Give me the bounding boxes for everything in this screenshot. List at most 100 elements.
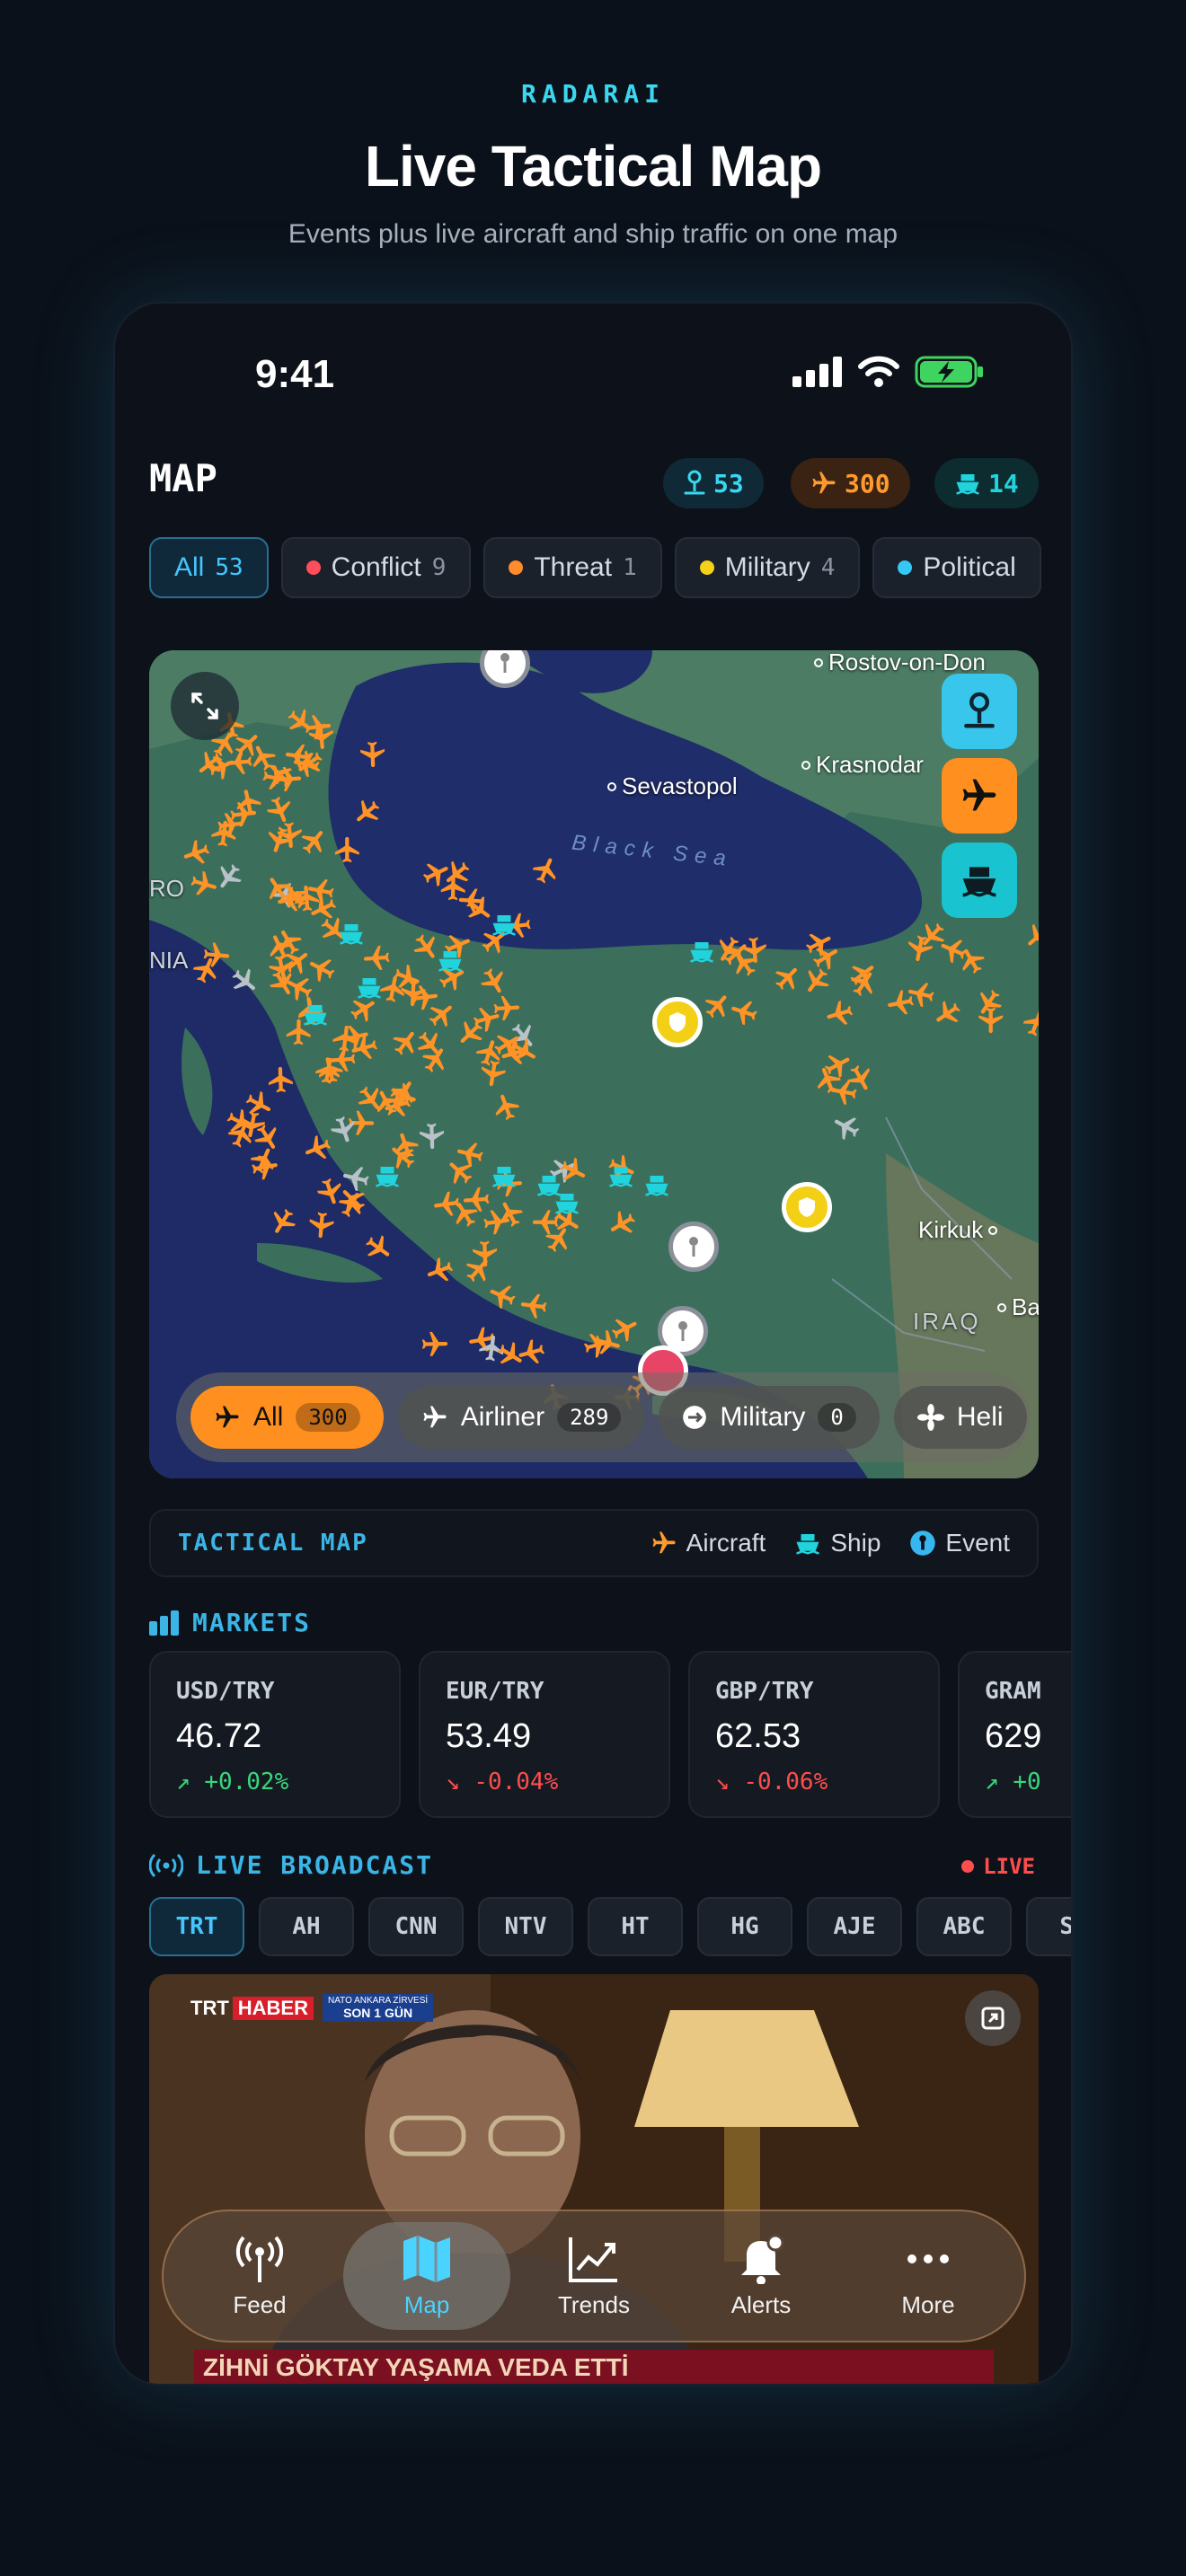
aircraft-marker[interactable] [361,942,392,973]
aircraft-marker[interactable] [478,966,509,997]
ship-marker[interactable] [356,974,383,1001]
event-marker-military[interactable] [782,1182,832,1232]
aircraft-marker[interactable] [191,955,222,985]
aircraft-marker[interactable] [424,1255,455,1285]
aircraft-marker[interactable] [885,987,916,1018]
filter-chip-political[interactable]: Political [872,537,1041,598]
aircraft-marker[interactable] [592,1328,623,1359]
ship-marker[interactable] [374,1162,401,1189]
ship-marker[interactable] [491,1162,518,1189]
aircraft-marker[interactable] [243,1090,274,1120]
aircraft-marker[interactable] [1022,921,1039,951]
filter-chip-conflict[interactable]: Conflict 9 [280,537,472,598]
aircraft-marker[interactable] [420,1329,450,1360]
aircraft-marker[interactable] [975,1005,1005,1036]
ship-marker[interactable] [338,920,365,947]
aircraft-marker[interactable] [474,1037,505,1068]
ship-marker[interactable] [491,911,518,938]
event-count-badge[interactable]: 53 [663,458,764,508]
aircraft-filter-helicopter[interactable]: Heli [893,1386,1027,1449]
filter-chip-military[interactable]: Military 4 [674,537,861,598]
market-card[interactable]: EUR/TRY 53.49 ↘ -0.04% [419,1651,670,1818]
aircraft-marker[interactable] [420,1045,451,1075]
pip-button[interactable] [965,1990,1021,2046]
aircraft-marker[interactable] [427,1000,457,1030]
filter-chip-all[interactable]: All 53 [149,537,269,598]
aircraft-marker[interactable] [932,998,962,1028]
aircraft-marker[interactable] [392,963,422,993]
channel-tab[interactable]: AJE [807,1897,902,1956]
aircraft-marker[interactable] [558,1156,589,1187]
aircraft-marker[interactable] [509,1037,539,1067]
tab-alerts[interactable]: Alerts [677,2222,845,2330]
aircraft-marker[interactable] [305,875,336,905]
aircraft-marker[interactable] [849,968,880,999]
aircraft-filter-airliner[interactable]: Airliner 289 [397,1386,645,1449]
aircraft-marker[interactable] [213,861,243,892]
filter-chip-threat[interactable]: Threat 1 [483,537,662,598]
aircraft-marker[interactable] [285,707,315,737]
aircraft-marker[interactable] [314,1177,345,1207]
aircraft-marker[interactable] [456,885,487,915]
aircraft-marker[interactable] [363,1233,394,1264]
aircraft-marker[interactable] [275,884,305,914]
channel-tab[interactable]: TRT [149,1897,244,1956]
aircraft-marker[interactable] [729,996,759,1027]
market-card[interactable]: USD/TRY 46.72 ↗ +0.02% [149,1651,401,1818]
aircraft-marker[interactable] [531,855,562,886]
channel-tab[interactable]: AH [259,1897,354,1956]
aircraft-marker[interactable] [1022,1008,1039,1038]
tab-more[interactable]: More [845,2222,1012,2330]
aircraft-marker[interactable] [249,1145,279,1176]
aircraft-marker[interactable] [267,1206,297,1237]
aircraft-marker[interactable] [813,1064,844,1095]
aircraft-marker[interactable] [224,746,254,777]
event-marker[interactable] [668,1222,719,1272]
aircraft-marker[interactable] [606,1208,637,1239]
tactical-map[interactable]: Black Sea Rostov-on-Don Sevastopol Krasn… [149,650,1039,1478]
market-card[interactable]: GBP/TRY 62.53 ↘ -0.06% [688,1651,940,1818]
ship-marker[interactable] [302,1001,329,1028]
aircraft-filter-military[interactable]: Military 0 [659,1386,880,1449]
aircraft-marker[interactable] [181,837,211,868]
aircraft-marker[interactable] [431,1188,462,1219]
tab-map[interactable]: Map [343,2222,510,2330]
aircraft-marker[interactable] [518,1290,549,1320]
aircraft-marker[interactable] [341,1022,371,1053]
aircraft-layer-toggle[interactable] [942,758,1017,834]
aircraft-marker[interactable] [730,948,760,978]
aircraft-marker[interactable] [773,963,803,993]
aircraft-marker[interactable] [491,993,522,1024]
aircraft-marker[interactable] [294,747,324,778]
ship-marker[interactable] [643,1171,670,1198]
aircraft-marker[interactable] [516,1337,546,1367]
channel-tab[interactable]: NTV [478,1897,573,1956]
aircraft-marker[interactable] [357,739,387,770]
aircraft-marker[interactable] [234,787,264,817]
expand-map-button[interactable] [171,672,239,740]
channel-tab[interactable]: CNN [368,1897,464,1956]
aircraft-filter-all[interactable]: All 300 [190,1386,384,1449]
aircraft-marker[interactable] [299,826,330,857]
aircraft-marker[interactable] [209,818,240,849]
channel-tab[interactable]: SK [1026,1897,1071,1956]
aircraft-marker[interactable] [382,1090,412,1120]
aircraft-marker[interactable] [916,920,947,950]
event-layer-toggle[interactable] [942,674,1017,749]
aircraft-marker[interactable] [824,998,854,1028]
aircraft-marker[interactable] [332,834,363,865]
aircraft-count-badge[interactable]: 300 [791,458,910,508]
event-marker-military[interactable] [652,997,703,1047]
aircraft-marker[interactable] [491,1091,522,1122]
aircraft-marker[interactable] [495,1198,526,1229]
aircraft-marker[interactable] [469,1239,500,1269]
aircraft-marker[interactable] [351,797,382,827]
channel-tab[interactable]: HT [588,1897,683,1956]
ship-marker[interactable] [607,1162,634,1189]
market-card[interactable]: GRAM 629 ↗ +0 [958,1651,1071,1818]
ship-marker[interactable] [553,1189,580,1216]
tab-trends[interactable]: Trends [510,2222,677,2330]
aircraft-marker[interactable] [229,966,260,997]
aircraft-marker[interactable] [831,1111,862,1142]
aircraft-marker[interactable] [194,748,225,779]
